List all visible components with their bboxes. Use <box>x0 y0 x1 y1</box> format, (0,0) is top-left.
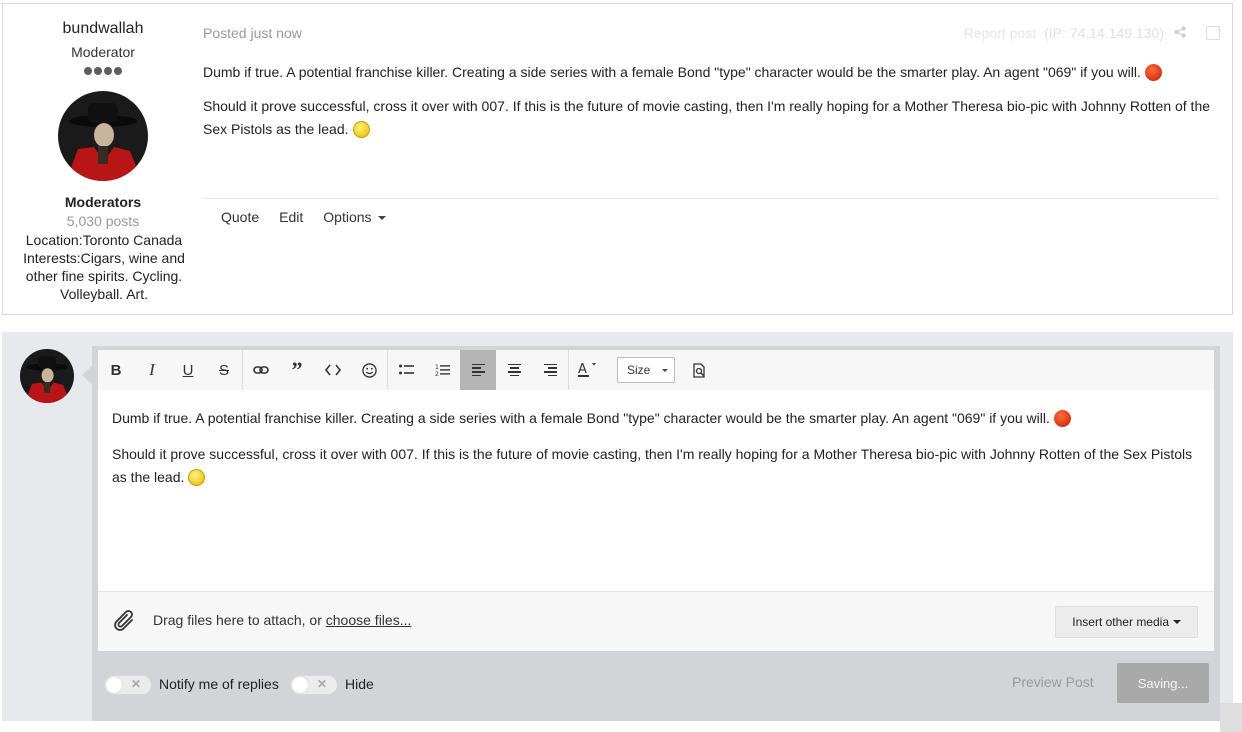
author-title: Moderator <box>71 44 135 60</box>
page-corner <box>1220 703 1242 732</box>
bulleted-list-icon[interactable] <box>388 350 424 390</box>
preview-post-link[interactable]: Preview Post <box>1012 674 1094 690</box>
attachment-bar[interactable]: Drag files here to attach, or choose fil… <box>98 591 1214 651</box>
font-size-select[interactable]: Size <box>617 357 675 383</box>
author-group: Moderators <box>64 194 142 210</box>
post-controls: Quote Edit Options <box>221 209 386 225</box>
reply-options-bar: ✕ Notify me of replies ✕ Hide Preview Po… <box>92 651 1220 721</box>
smile-emoji-icon <box>188 469 206 486</box>
rank-pips <box>3 64 203 78</box>
report-link[interactable]: Report post <box>964 25 1036 41</box>
choose-files-link[interactable]: choose files... <box>326 612 412 628</box>
strikethrough-icon[interactable]: S <box>206 350 242 390</box>
font-size-label: Size <box>627 363 651 377</box>
post-paragraph: Dumb if true. A potential franchise kill… <box>203 64 1141 80</box>
reply-editor: B I U S ” 12 A Size Dumb if true. A pote… <box>92 346 1220 721</box>
options-label: Options <box>323 209 372 225</box>
editor-toolbar: B I U S ” 12 A Size <box>98 350 1214 390</box>
avatar[interactable] <box>20 349 74 403</box>
moderation-checkbox[interactable] <box>1206 26 1220 40</box>
smile-emoji-icon <box>352 121 370 138</box>
svg-text:1: 1 <box>435 364 439 371</box>
chevron-down-icon <box>1173 620 1181 624</box>
italic-icon[interactable]: I <box>134 350 170 390</box>
author-post-count: 5,030 posts <box>66 213 140 229</box>
author-location: Location:Toronto Canada <box>25 232 183 248</box>
notify-toggle[interactable]: ✕ <box>104 675 152 695</box>
chevron-down-icon <box>377 216 386 220</box>
align-left-icon[interactable] <box>460 350 496 390</box>
hide-toggle[interactable]: ✕ <box>290 675 338 695</box>
bold-icon[interactable]: B <box>98 350 134 390</box>
share-icon[interactable] <box>1172 25 1188 41</box>
post: bundwallah Moderator Moderators 5,030 po… <box>2 3 1233 315</box>
post-content: Dumb if true. A potential franchise kill… <box>203 61 1223 152</box>
devil-emoji-icon <box>1053 410 1071 427</box>
quote-button[interactable]: Quote <box>221 209 259 225</box>
post-tools: Report post (IP: 74.14.149.130) <box>964 25 1220 41</box>
reply-area: B I U S ” 12 A Size Dumb if true. A pote… <box>2 332 1233 721</box>
svg-text:A: A <box>578 362 587 377</box>
numbered-list-icon[interactable]: 12 <box>424 350 460 390</box>
devil-emoji-icon <box>1144 64 1162 81</box>
align-center-icon[interactable] <box>496 350 532 390</box>
attach-instructions: Drag files here to attach, or choose fil… <box>153 612 411 628</box>
editor-text-area[interactable]: Dumb if true. A potential franchise kill… <box>98 390 1214 591</box>
editor-paragraph: Should it prove successful, cross it ove… <box>112 446 1193 485</box>
author-name[interactable]: bundwallah <box>3 20 203 38</box>
align-right-icon[interactable] <box>532 350 568 390</box>
quote-icon[interactable]: ” <box>279 350 315 390</box>
author-interests: Interests:Cigars, wine and other fine sp… <box>23 250 185 302</box>
notify-label: Notify me of replies <box>159 676 279 692</box>
insert-media-label: Insert other media <box>1072 615 1169 629</box>
code-icon[interactable] <box>315 350 351 390</box>
insert-media-button[interactable]: Insert other media <box>1055 606 1198 638</box>
edit-button[interactable]: Edit <box>279 209 303 225</box>
options-menu[interactable]: Options <box>323 209 386 225</box>
post-date[interactable]: Posted just now <box>203 25 302 41</box>
emoji-icon[interactable] <box>351 350 387 390</box>
chevron-down-icon <box>662 368 668 372</box>
paperclip-icon <box>112 608 138 634</box>
text-color-icon[interactable]: A <box>569 350 605 390</box>
link-icon[interactable] <box>243 350 279 390</box>
hide-label: Hide <box>345 676 374 692</box>
attach-text: Drag files here to attach, or <box>153 612 326 628</box>
editor-paragraph: Dumb if true. A potential franchise kill… <box>112 410 1050 426</box>
avatar[interactable] <box>58 91 148 181</box>
underline-icon[interactable]: U <box>170 350 206 390</box>
ip-address: (IP: 74.14.149.130) <box>1044 25 1164 41</box>
svg-text:2: 2 <box>435 371 439 377</box>
divider <box>203 198 1219 199</box>
submit-button[interactable]: Saving... <box>1117 663 1209 703</box>
preview-icon[interactable] <box>681 350 717 390</box>
